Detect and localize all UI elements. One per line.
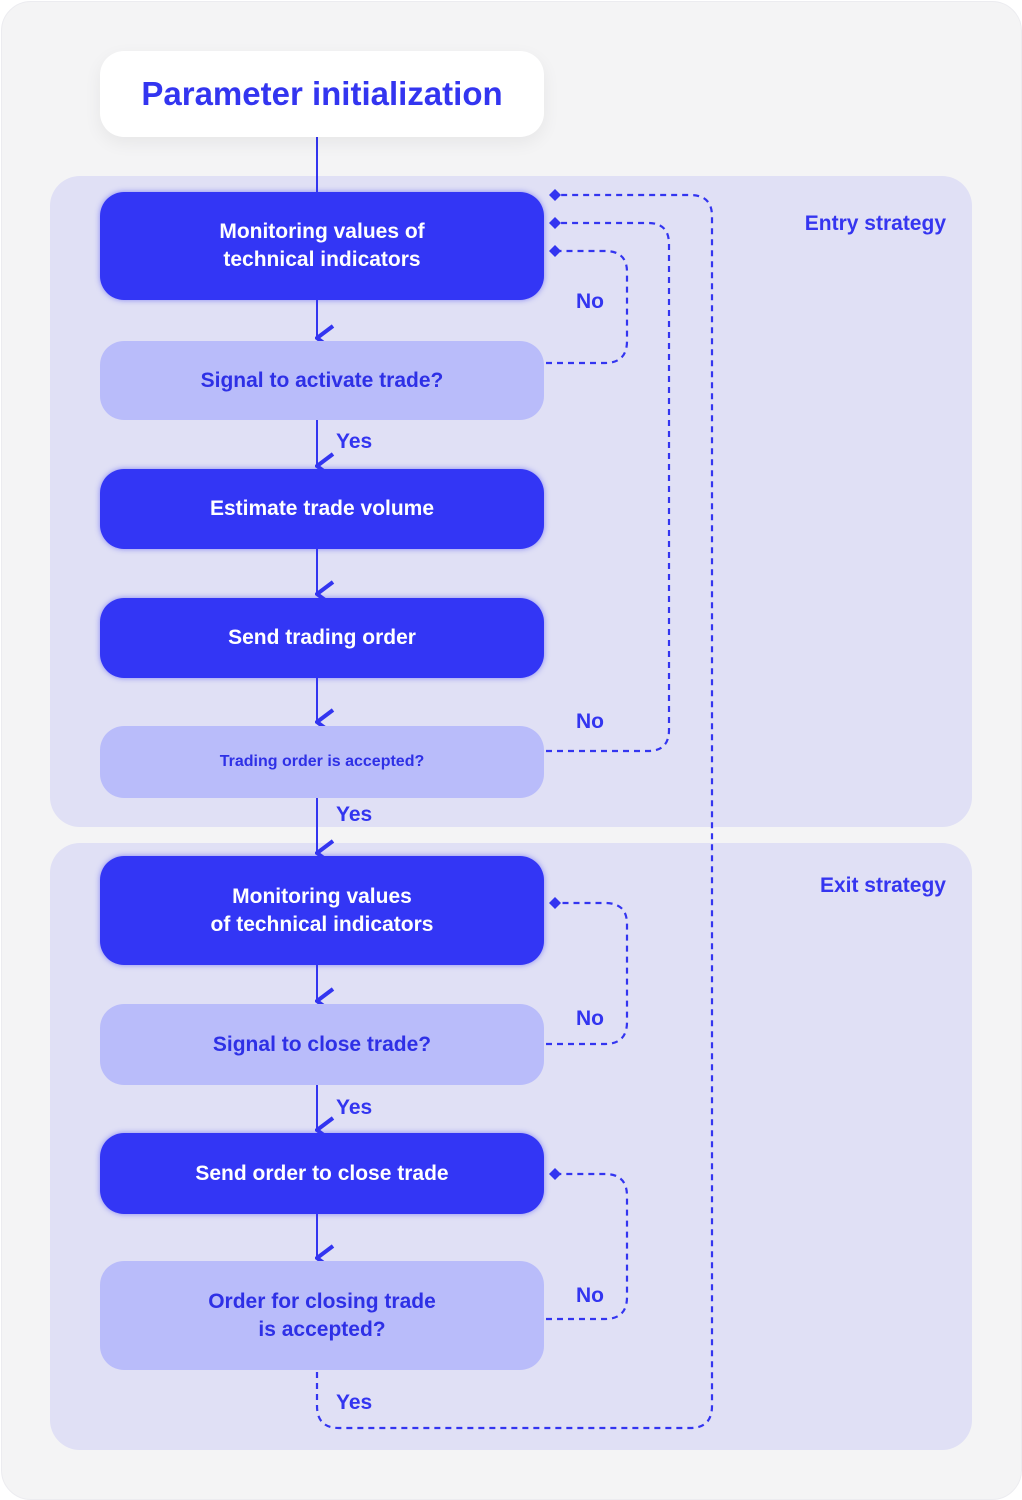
node-estimate-volume: Estimate trade volume [100,469,544,549]
diamond-icon [549,245,561,257]
diamond-icon [549,217,561,229]
diamond-icon [549,189,561,201]
label-no-signal-close: No [576,1007,604,1030]
node-send-order: Send trading order [100,598,544,678]
node-monitor-entry: Monitoring values of technical indicator… [100,192,544,300]
label-no-signal-activate: No [576,290,604,313]
node-close-accepted: Order for closing trade is accepted? [100,1261,544,1370]
label-yes-signal-close: Yes [336,1096,373,1119]
start-node: Parameter initialization [100,51,544,137]
label-yes-order-accepted: Yes [336,803,373,826]
node-signal-close: Signal to close trade? [100,1004,544,1085]
node-send-close: Send order to close trade [100,1133,544,1214]
diamond-icon [549,897,561,909]
diamond-icon [549,1168,561,1180]
label-no-close-accepted: No [576,1284,604,1307]
label-no-order-accepted: No [576,710,604,733]
node-order-accepted: Trading order is accepted? [100,726,544,798]
node-signal-activate: Signal to activate trade? [100,341,544,420]
loop-order-accepted-no [546,221,671,753]
label-yes-close-accepted: Yes [336,1391,373,1414]
label-yes-signal-activate: Yes [336,430,373,453]
node-monitor-exit: Monitoring values of technical indicator… [100,856,544,965]
